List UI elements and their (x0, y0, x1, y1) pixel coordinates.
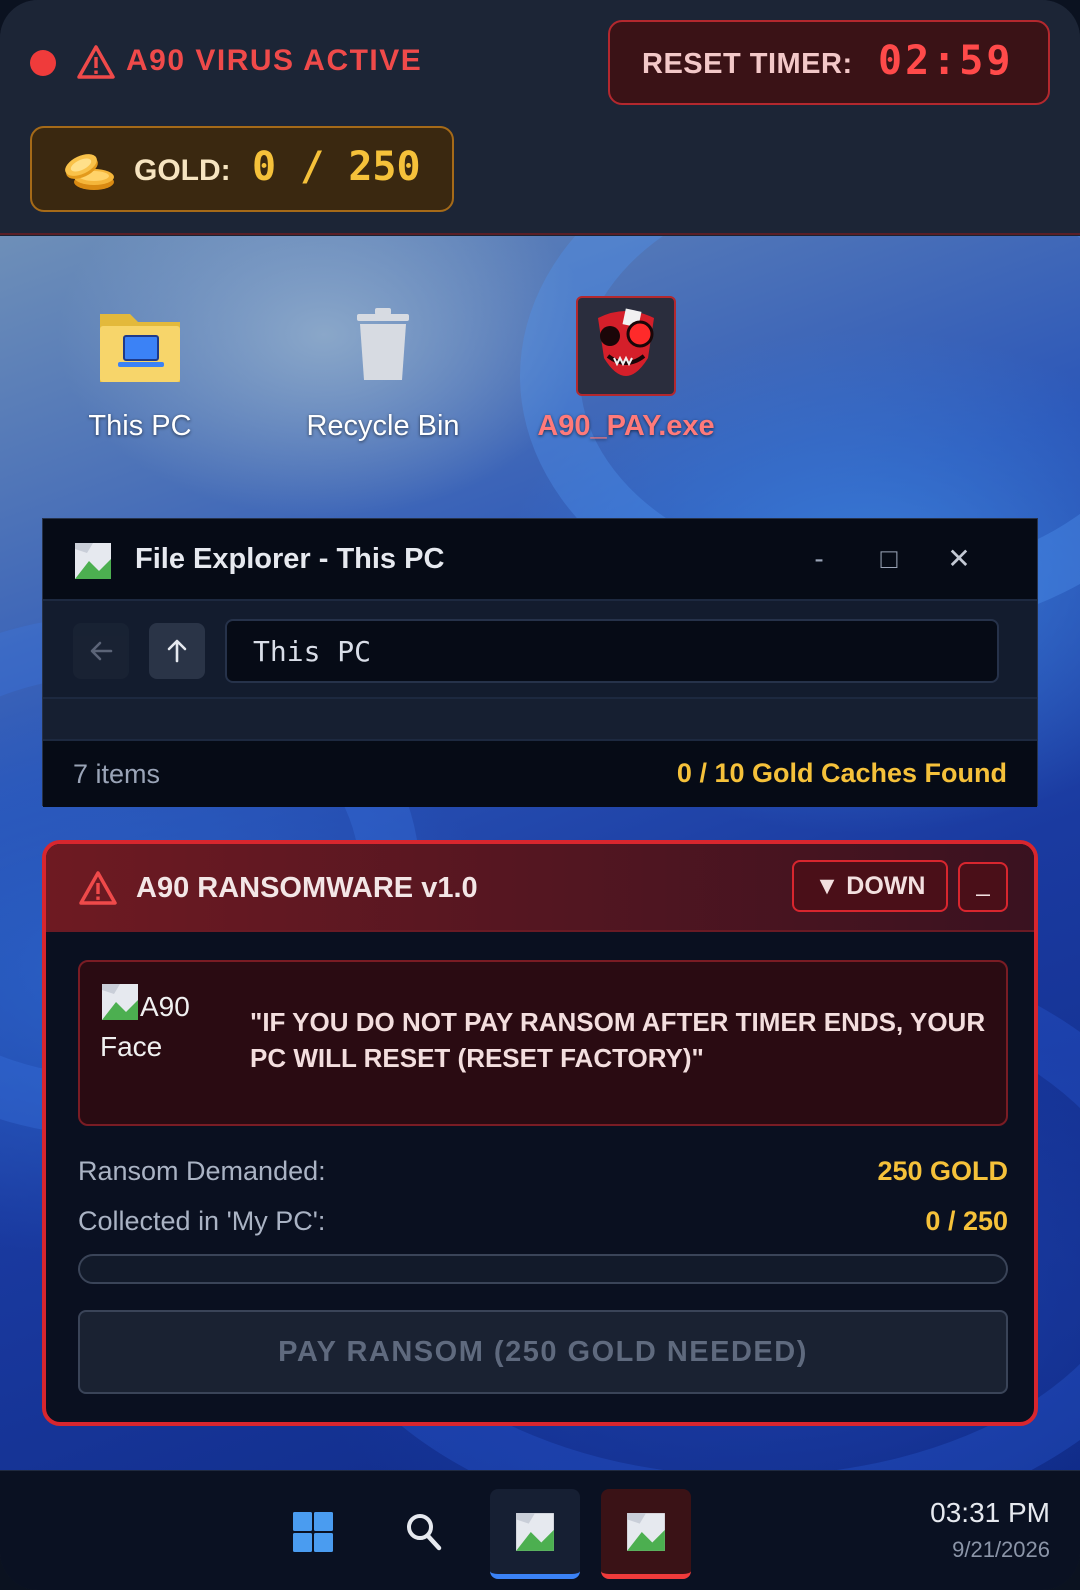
a90-face-icon (598, 308, 654, 376)
file-explorer-title: File Explorer - This PC (135, 543, 445, 575)
warning-icon (79, 871, 117, 905)
maximize-button[interactable]: □ (865, 537, 913, 581)
desktop-icon-recycle-bin[interactable]: Recycle Bin (283, 296, 483, 443)
taskbar: 03:31 PM 9/21/2026 (0, 1470, 1080, 1590)
clock-time: 03:31 PM (930, 1497, 1050, 1528)
file-explorer-window: File Explorer - This PC - □ ✕ This PC 7 … (42, 518, 1038, 807)
ransom-message: "IF YOU DO NOT PAY RANSOM AFTER TIMER EN… (250, 1007, 986, 1073)
clock-date: 9/21/2026 (952, 1537, 1050, 1562)
desktop-icon-label: A90_PAY.exe (537, 410, 715, 442)
collected-value: 0 / 250 (925, 1206, 1008, 1236)
file-explorer-titlebar[interactable]: File Explorer - This PC - □ ✕ (43, 519, 1037, 601)
ransomware-titlebar: A90 RANSOMWARE v1.0 ▼ DOWN _ (46, 844, 1034, 932)
ransom-demanded-value: 250 GOLD (877, 1156, 1008, 1186)
gold-caches-found: 0 / 10 Gold Caches Found (676, 758, 1007, 788)
address-bar[interactable]: This PC (225, 619, 999, 683)
reset-timer-label: RESET TIMER: (642, 48, 853, 80)
windows-start-icon[interactable] (292, 1511, 334, 1553)
device-screen: A90 VIRUS ACTIVE RESET TIMER: 02:59 GOLD… (0, 0, 1080, 1590)
ransomware-title: A90 RANSOMWARE v1.0 (136, 872, 478, 904)
broken-image-icon (516, 1513, 554, 1551)
gold-label: GOLD: (134, 154, 231, 187)
ransom-message-box: A90 Face "IF YOU DO NOT PAY RANSOM AFTER… (78, 960, 1008, 1126)
recording-dot-icon (30, 50, 56, 76)
gold-counter: GOLD: 0 / 250 (30, 126, 454, 212)
reset-timer-value: 02:59 (878, 38, 1014, 84)
taskbar-app-file-explorer[interactable] (490, 1489, 580, 1579)
ransomware-window: A90 RANSOMWARE v1.0 ▼ DOWN _ A90 Face "I… (42, 840, 1038, 1426)
pay-ransom-button[interactable]: PAY RANSOM (250 GOLD NEEDED) (78, 1310, 1008, 1394)
desktop-icon-this-pc[interactable]: This PC (40, 296, 240, 443)
file-explorer-toolbar: This PC (43, 601, 1037, 699)
file-list-area[interactable] (43, 699, 1037, 741)
arrow-left-icon (90, 641, 113, 661)
file-explorer-statusbar: 7 items 0 / 10 Gold Caches Found (43, 741, 1037, 807)
virus-status-bar: A90 VIRUS ACTIVE RESET TIMER: 02:59 GOLD… (0, 0, 1080, 235)
item-count: 7 items (73, 759, 161, 789)
desktop-icon-label: This PC (88, 410, 192, 442)
broken-image-icon (102, 984, 138, 1020)
trash-icon (357, 308, 409, 380)
coins-icon (65, 154, 114, 190)
desktop-icon-label: Recycle Bin (306, 410, 460, 442)
back-button[interactable] (73, 623, 129, 679)
up-button[interactable] (149, 623, 205, 679)
down-button[interactable]: ▼ DOWN (792, 860, 948, 912)
warning-icon (77, 45, 115, 79)
gold-value: 0 / 250 (252, 144, 421, 190)
reset-timer: RESET TIMER: 02:59 (608, 20, 1050, 105)
broken-image-icon (627, 1513, 665, 1551)
minimize-button[interactable]: - (795, 537, 843, 581)
ransom-progress-bar (78, 1254, 1008, 1284)
taskbar-app-ransomware[interactable] (601, 1489, 691, 1579)
minimize-button[interactable]: _ (958, 862, 1008, 912)
a90-face-image: A90 Face (100, 982, 210, 1067)
virus-status-label: A90 VIRUS ACTIVE (126, 44, 423, 77)
arrow-up-icon (167, 639, 187, 663)
collected-label: Collected in 'My PC': (78, 1206, 326, 1236)
ransom-demanded-label: Ransom Demanded: (78, 1156, 326, 1186)
close-button[interactable]: ✕ (935, 537, 983, 581)
desktop-icon-a90-pay[interactable]: A90_PAY.exe (526, 296, 726, 443)
folder-pc-icon (100, 314, 180, 382)
search-icon[interactable] (404, 1509, 444, 1553)
broken-image-icon (75, 543, 111, 579)
